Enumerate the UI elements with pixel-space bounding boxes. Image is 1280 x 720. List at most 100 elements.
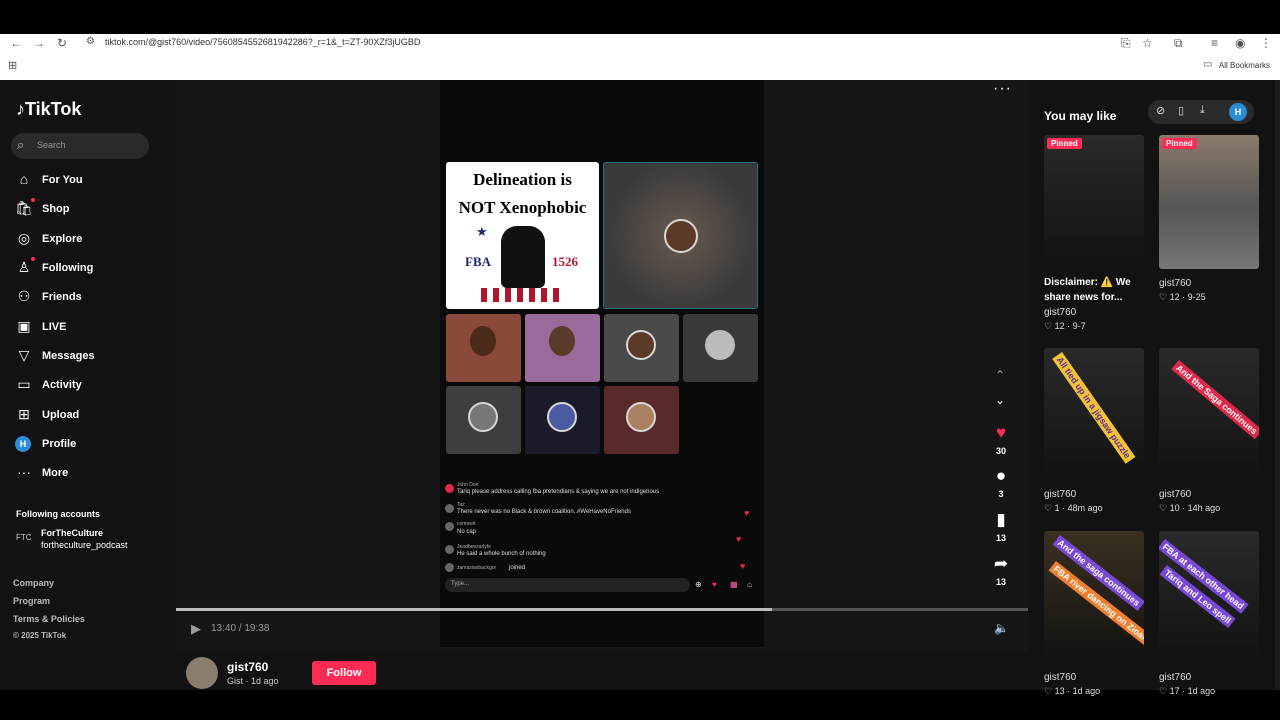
poster-line-2: NOT Xenophobic [458,198,587,217]
account-name: ForTheCulture [41,528,103,538]
author-name[interactable]: gist760 [227,660,268,674]
all-bookmarks-link[interactable]: All Bookmarks [1219,61,1270,70]
sidebar-item-label: Friends [42,291,82,303]
address-bar[interactable]: tiktok.com/@gist760/video/75608545526819… [105,37,420,47]
sidebar-item-shop[interactable]: 🛍 Shop [14,198,164,221]
present-icon[interactable]: ▦ [730,580,738,589]
profile-avatar[interactable]: H [1229,103,1247,121]
like-count: 30 [995,446,1006,456]
video-thumbnail: And the Saga continues [1159,348,1259,482]
video-caption: Disclaimer: ⚠️ We share news for... [1044,277,1131,303]
comment-action[interactable]: ● 3 [990,466,1012,499]
site-info-icon[interactable]: ⚙ [86,36,95,47]
comment-avatar [445,484,454,493]
guest-face [547,402,577,432]
logo-text: TikTok [25,99,82,119]
follow-button[interactable]: Follow [312,661,376,685]
share-live-icon[interactable]: ♥ [712,580,717,589]
sidebar-item-friends[interactable]: ⚇ Friends [14,287,164,309]
heart-reaction-icon: ♥ [744,508,750,518]
author-bar: gist760 Gist · 1d ago Follow [176,650,1028,690]
volume-icon[interactable]: 🔈 [994,621,1009,635]
sidebar-item-for-you[interactable]: ⌂ For You [14,170,164,192]
comment-author: comewit [457,521,476,527]
video-player[interactable]: Delineation is NOT Xenophobic ★ FBA 1526… [440,80,764,647]
notification-dot [31,198,35,202]
guest-tile [446,314,521,382]
footer-company-link[interactable]: Company [13,578,54,588]
sidebar-item-live[interactable]: ▣ LIVE [14,317,164,339]
back-icon[interactable]: ← [10,36,22,50]
poster-left-text: FBA [465,254,491,269]
more-options-icon[interactable]: ··· [993,80,1012,98]
video-thumbnail: FBA at each other head Tariq and Leo spe… [1159,531,1259,665]
play-icon[interactable]: ▶ [191,621,201,637]
footer-program-link[interactable]: Program [13,596,50,606]
share-action[interactable]: ➦ 13 [990,554,1012,587]
shop-icon: 🛍 [15,200,33,216]
video-area: Delineation is NOT Xenophobic ★ FBA 1526… [176,80,1028,690]
apps-grid-icon[interactable]: ⊞ [8,59,17,72]
sidebar-item-following[interactable]: ♙ Following [14,257,164,280]
sidebar-item-label: Explore [42,233,83,245]
link-icon[interactable]: ⊘ [1156,104,1165,117]
chevron-up-icon[interactable]: ⌃ [995,368,1005,382]
guest-tile [446,386,521,454]
comment-type-input[interactable]: Type... [445,578,690,592]
phone-icon[interactable]: ▯ [1178,104,1184,117]
video-author: gist760 [1044,489,1077,500]
friends-icon: ⚇ [17,288,31,304]
video-author: gist760 [1044,672,1077,683]
account-handle: fortheculture_podcast [41,540,128,550]
guest-avatar [664,219,698,253]
sidebar-item-upload[interactable]: ⊞ Upload [14,405,164,427]
sidebar-item-label: Following [42,262,94,274]
download-icon[interactable]: ⤓ [1200,104,1205,117]
following-account[interactable]: FTC ForTheCulture fortheculture_podcast [16,528,166,552]
comment-text: There never was no Black & brown coaliti… [457,509,631,515]
activity-icon: ▭ [17,376,31,392]
comment-author: John Doe [457,482,479,488]
star-icon: ★ [476,224,488,239]
forward-icon[interactable]: → [33,36,45,50]
sidebar-item-messages[interactable]: ▽ Messages [14,346,164,368]
sidebar-item-explore[interactable]: ◎ Explore [14,229,164,251]
reload-icon[interactable]: ↻ [57,36,67,50]
page-scrollbar[interactable] [1275,80,1280,690]
guest-face [468,402,498,432]
media-icon[interactable]: ≡ [1211,36,1218,50]
author-avatar[interactable] [186,657,218,689]
video-progress-bar[interactable] [176,608,1028,611]
sidebar-item-more[interactable]: ··· More [14,463,164,485]
more-icon: ··· [17,464,31,480]
account-icon[interactable]: ◉ [1235,36,1245,50]
save-action[interactable]: ▮ 13 [990,510,1012,543]
comment-avatar [445,563,454,572]
live-more-icon[interactable]: ⌂ [747,580,752,589]
live-guest-main [603,162,758,309]
video-author: gist760 [1159,278,1192,289]
progress-fill [176,608,773,611]
video-thumbnail: Pinned [1044,135,1144,269]
install-icon[interactable]: ⎘ [1121,36,1131,51]
guest-face [549,326,575,356]
guest-tile [604,386,679,454]
gift-icon[interactable]: ⊕ [695,580,702,589]
menu-dots-icon[interactable]: ⋮ [1260,36,1272,50]
chevron-down-icon[interactable]: ⌄ [995,393,1005,407]
sidebar-item-activity[interactable]: ▭ Activity [14,375,164,397]
footer-terms-link[interactable]: Terms & Policies [13,614,85,624]
tiktok-logo[interactable]: ♪TikTok [16,99,81,120]
video-author: gist760 [1159,489,1192,500]
like-action[interactable]: ♥ 30 [990,423,1012,456]
video-stats: ♡ 17 · 1d ago [1159,686,1216,696]
sidebar-item-profile[interactable]: H Profile [14,434,164,456]
compass-icon: ◎ [17,230,31,246]
search-input[interactable]: Search [37,140,66,150]
extensions-icon[interactable]: ⧉ [1174,36,1183,51]
search-box[interactable]: ⌕ Search [11,133,149,159]
video-thumbnail: All tied up in a jigsaw puzzle [1044,348,1144,482]
bookmark-star-icon[interactable]: ☆ [1142,36,1153,50]
tiktok-note-icon: ♪ [16,99,25,119]
bookmarks-bar: ⊞ ▭ All Bookmarks [0,56,1280,78]
